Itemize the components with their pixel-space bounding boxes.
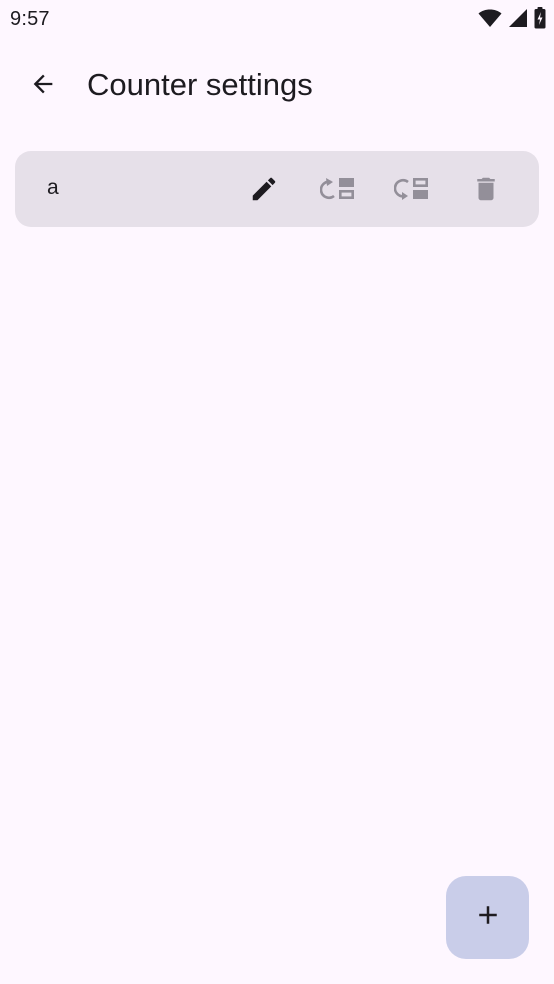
wifi-icon	[478, 8, 502, 28]
edit-icon	[249, 174, 279, 204]
battery-charging-icon	[534, 7, 546, 29]
status-bar: 9:57	[0, 0, 554, 38]
counter-item: a	[15, 151, 539, 227]
add-counter-button[interactable]	[446, 876, 529, 959]
top-app-bar: Counter settings	[0, 56, 554, 116]
arrow-back-icon	[29, 70, 57, 103]
status-time: 9:57	[10, 8, 50, 30]
cellular-signal-icon	[508, 8, 528, 28]
move-counter-down-button[interactable]	[386, 163, 438, 215]
delete-icon	[471, 174, 501, 204]
counter-settings-screen: 9:57 Counter settings a	[0, 0, 554, 984]
page-title: Counter settings	[87, 67, 313, 102]
delete-counter-button[interactable]	[460, 163, 512, 215]
edit-counter-button[interactable]	[238, 163, 290, 215]
back-button[interactable]	[19, 62, 67, 110]
move-down-icon	[394, 174, 430, 204]
add-icon	[473, 900, 503, 935]
counter-name: a	[47, 176, 59, 199]
move-counter-up-button[interactable]	[312, 163, 364, 215]
status-icons	[478, 7, 546, 29]
move-up-icon	[320, 174, 356, 204]
